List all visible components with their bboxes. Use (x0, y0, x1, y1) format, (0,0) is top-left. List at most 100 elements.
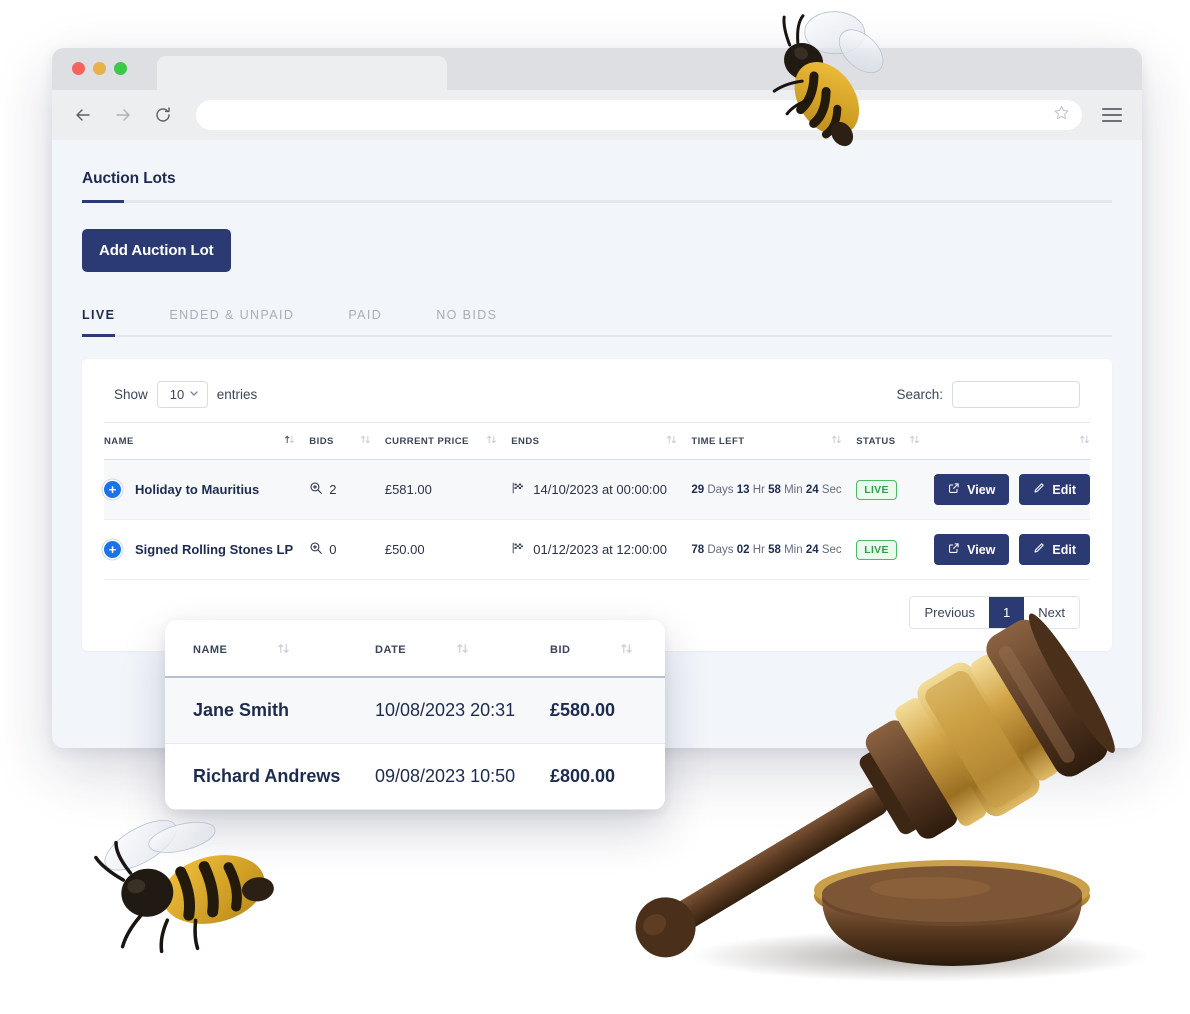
column-header-bids[interactable]: BIDS (309, 422, 385, 460)
time-left-seconds: 24 (805, 483, 819, 496)
expand-row-icon[interactable]: + (104, 541, 121, 558)
bid-amount: £580.00 (550, 677, 665, 744)
tab-bar: LIVE ENDED & UNPAID PAID NO BIDS (82, 302, 1112, 337)
pencil-icon (1033, 542, 1045, 557)
column-header-ends[interactable]: ENDS (511, 422, 692, 460)
column-header-actions[interactable] (934, 422, 1090, 460)
lot-name: Signed Rolling Stones LP (135, 542, 294, 557)
sort-icon-ends[interactable] (666, 434, 677, 448)
bids-magnifier-icon (309, 541, 323, 558)
pagination-page-1-button[interactable]: 1 (989, 597, 1025, 628)
bids-count: 2 (329, 482, 337, 497)
sort-icon-status[interactable] (909, 434, 920, 448)
cell-bids: 2 (309, 459, 385, 520)
edit-button[interactable]: Edit (1019, 534, 1090, 565)
sort-icon-current-price[interactable] (486, 434, 497, 448)
arrow-left-icon[interactable] (70, 102, 96, 128)
sort-icon-bids-name[interactable] (277, 642, 290, 658)
view-button-label: View (967, 542, 996, 557)
sort-icon-actions[interactable] (1079, 434, 1090, 448)
cell-actions: View Edit (934, 519, 1090, 580)
maximize-window-button[interactable] (114, 62, 127, 75)
bids-table-head: NAME DATE BID (165, 620, 665, 678)
show-entries-control: Show 10 entries (114, 381, 257, 408)
view-button[interactable]: View (934, 474, 1010, 505)
cell-status: LIVE (856, 519, 935, 580)
search-input[interactable] (952, 381, 1080, 408)
hamburger-menu-icon[interactable] (1102, 104, 1124, 126)
time-left-minutes-unit: Min (784, 543, 803, 556)
tab-ended-and-unpaid[interactable]: ENDED & UNPAID (169, 302, 294, 335)
entries-per-page-select[interactable]: 10 (156, 381, 208, 408)
expand-row-icon[interactable]: + (104, 481, 121, 498)
tab-no-bids[interactable]: NO BIDS (436, 302, 497, 335)
column-header-status[interactable]: STATUS (856, 422, 935, 460)
bids-column-header-bid[interactable]: BID (550, 620, 665, 678)
sort-icon-bids-amount[interactable] (620, 642, 633, 658)
pagination-next-button[interactable]: Next (1024, 597, 1079, 628)
auction-lots-card: Show 10 entries Search: NAME BIDS CURREN… (82, 359, 1112, 651)
column-header-time-left[interactable]: TIME LEFT (691, 422, 857, 460)
bee-illustration-bottom (94, 819, 274, 954)
time-left-minutes: 58 (768, 543, 781, 556)
bid-row[interactable]: Jane Smith 10/08/2023 20:31 £580.00 (165, 677, 665, 744)
table-header-row: NAME BIDS CURRENT PRICE ENDS TIME LEFT S… (104, 422, 1090, 460)
bids-count: 0 (329, 542, 337, 557)
bids-table-body: Jane Smith 10/08/2023 20:31 £580.00 Rich… (165, 677, 665, 810)
table-row[interactable]: + Holiday to Mauritius 2 £581.00 14/10/2… (104, 459, 1090, 520)
sort-icon-name[interactable] (284, 434, 295, 448)
time-left-seconds-unit: Sec (821, 483, 842, 496)
sort-icon-time-left[interactable] (831, 434, 842, 448)
bids-column-label-date: DATE (375, 644, 407, 656)
show-label: Show (114, 387, 148, 402)
view-button[interactable]: View (934, 534, 1010, 565)
cell-time-left: 29 Days 13 Hr 58 Min 24 Sec (691, 459, 857, 520)
arrow-right-icon[interactable] (110, 102, 136, 128)
time-left-days: 29 (691, 483, 705, 496)
status-badge: LIVE (856, 539, 897, 560)
title-underline (82, 200, 1112, 203)
ends-datetime: 14/10/2023 at 00:00:00 (533, 482, 667, 497)
edit-button-label: Edit (1052, 482, 1076, 497)
tab-live[interactable]: LIVE (82, 302, 116, 337)
bids-column-label-name: NAME (193, 644, 228, 656)
minimize-window-button[interactable] (93, 62, 106, 75)
checkered-flag-icon (511, 481, 525, 498)
checkered-flag-icon (511, 541, 525, 558)
reload-icon[interactable] (150, 102, 176, 128)
cell-ends: 14/10/2023 at 00:00:00 (511, 459, 692, 520)
tab-paid[interactable]: PAID (348, 302, 382, 335)
close-window-button[interactable] (72, 62, 85, 75)
cell-name: + Signed Rolling Stones LP (104, 519, 310, 580)
auction-lots-table: NAME BIDS CURRENT PRICE ENDS TIME LEFT S… (104, 422, 1090, 580)
column-header-name[interactable]: NAME (104, 422, 310, 460)
edit-button[interactable]: Edit (1019, 474, 1090, 505)
search-control: Search: (896, 381, 1080, 408)
bid-date: 10/08/2023 20:31 (375, 677, 550, 744)
bid-row[interactable]: Richard Andrews 09/08/2023 10:50 £800.00 (165, 743, 665, 810)
external-link-icon (948, 482, 960, 497)
traffic-lights (72, 62, 127, 75)
add-auction-lot-button[interactable]: Add Auction Lot (82, 229, 231, 272)
bids-column-header-date[interactable]: DATE (375, 620, 550, 678)
browser-titlebar (52, 48, 1142, 90)
column-header-current-price[interactable]: CURRENT PRICE (384, 422, 512, 460)
bid-date: 09/08/2023 10:50 (375, 743, 550, 810)
star-icon[interactable] (1053, 104, 1070, 126)
bids-column-header-name[interactable]: NAME (165, 620, 375, 678)
bidder-name: Richard Andrews (165, 743, 375, 810)
sort-icon-bids[interactable] (360, 434, 371, 448)
browser-tab[interactable] (157, 56, 447, 90)
time-left-days-unit: Days (707, 483, 734, 496)
bids-table: NAME DATE BID Jane Smith 10/08/2023 20:3… (165, 620, 665, 810)
sort-icon-bids-date[interactable] (456, 642, 469, 658)
pagination-previous-button[interactable]: Previous (910, 597, 990, 628)
cell-bids: 0 (309, 519, 385, 580)
ends-datetime: 01/12/2023 at 12:00:00 (533, 542, 667, 557)
time-left-hours: 02 (736, 543, 750, 556)
time-left-seconds-unit: Sec (821, 543, 842, 556)
bidder-name: Jane Smith (165, 677, 375, 744)
url-bar[interactable] (196, 100, 1082, 130)
cell-name: + Holiday to Mauritius (104, 459, 310, 520)
table-row[interactable]: + Signed Rolling Stones LP 0 £50.00 01/1… (104, 519, 1090, 580)
